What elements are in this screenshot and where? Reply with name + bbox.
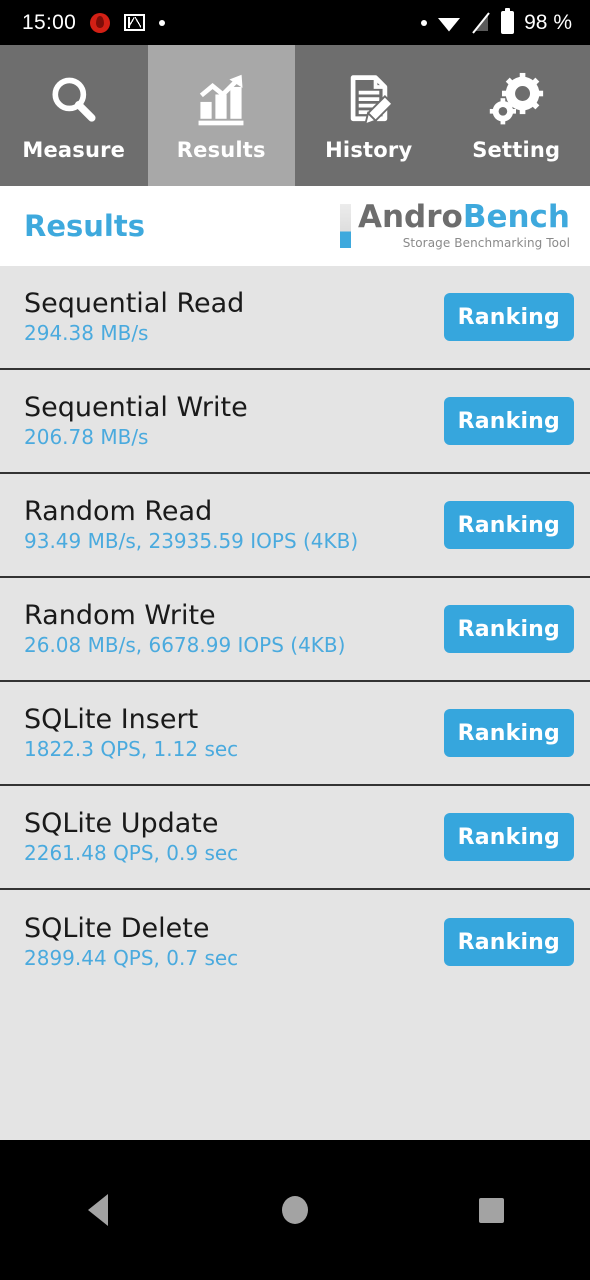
wifi-icon	[437, 14, 461, 32]
result-title: SQLite Insert	[24, 706, 238, 734]
result-value: 1822.3 QPS, 1.12 sec	[24, 739, 238, 760]
result-texts: SQLite Delete 2899.44 QPS, 0.7 sec	[24, 915, 238, 969]
table-row[interactable]: Sequential Write 206.78 MB/s Ranking	[0, 370, 590, 474]
result-texts: Sequential Read 294.38 MB/s	[24, 290, 244, 344]
result-texts: Random Write 26.08 MB/s, 6678.99 IOPS (4…	[24, 602, 345, 656]
results-list: Sequential Read 294.38 MB/s Ranking Sequ…	[0, 266, 590, 1140]
androbench-logo: AndroBench Storage Benchmarking Tool	[340, 202, 590, 250]
result-texts: Sequential Write 206.78 MB/s	[24, 394, 248, 448]
logo-wordmark: AndroBench	[358, 202, 570, 233]
recents-button[interactable]	[452, 1180, 532, 1240]
tab-setting[interactable]: Setting	[443, 45, 590, 186]
no-sim-icon	[471, 12, 491, 34]
tab-measure[interactable]: Measure	[0, 45, 148, 186]
tab-setting-label: Setting	[472, 138, 560, 162]
flame-app-icon	[90, 13, 110, 33]
logo-andro: Andro	[358, 199, 463, 235]
result-value: 2261.48 QPS, 0.9 sec	[24, 843, 238, 864]
home-button[interactable]	[255, 1180, 335, 1240]
notification-dot-icon	[159, 20, 165, 26]
result-value: 93.49 MB/s, 23935.59 IOPS (4KB)	[24, 531, 358, 552]
table-row[interactable]: SQLite Insert 1822.3 QPS, 1.12 sec Ranki…	[0, 682, 590, 786]
ranking-button[interactable]: Ranking	[444, 293, 574, 341]
logo-text: AndroBench Storage Benchmarking Tool	[358, 202, 570, 250]
phone-screen: 15:00 98 %	[0, 0, 590, 1280]
result-title: Random Read	[24, 498, 358, 526]
result-title: Sequential Read	[24, 290, 244, 318]
logo-bar-icon	[340, 204, 351, 248]
tab-results[interactable]: Results	[148, 45, 296, 186]
magnifier-icon	[43, 70, 105, 132]
tab-results-label: Results	[177, 138, 266, 162]
status-bar-left: 15:00	[0, 11, 165, 35]
table-row[interactable]: Random Read 93.49 MB/s, 23935.59 IOPS (4…	[0, 474, 590, 578]
battery-percent-label: 98 %	[524, 11, 572, 35]
ranking-button[interactable]: Ranking	[444, 709, 574, 757]
status-bar: 15:00 98 %	[0, 0, 590, 45]
result-title: Random Write	[24, 602, 345, 630]
status-dot-icon	[421, 20, 427, 26]
result-value: 206.78 MB/s	[24, 427, 248, 448]
ranking-button[interactable]: Ranking	[444, 813, 574, 861]
ranking-button[interactable]: Ranking	[444, 605, 574, 653]
table-row[interactable]: Random Write 26.08 MB/s, 6678.99 IOPS (4…	[0, 578, 590, 682]
result-texts: Random Read 93.49 MB/s, 23935.59 IOPS (4…	[24, 498, 358, 552]
table-row[interactable]: Sequential Read 294.38 MB/s Ranking	[0, 266, 590, 370]
ranking-button[interactable]: Ranking	[444, 918, 574, 966]
result-title: SQLite Delete	[24, 915, 238, 943]
tab-history-label: History	[325, 138, 412, 162]
list-empty-space	[0, 994, 590, 1140]
result-value: 294.38 MB/s	[24, 323, 244, 344]
page-header: Results AndroBench Storage Benchmarking …	[0, 186, 590, 266]
tab-measure-label: Measure	[22, 138, 125, 162]
result-value: 2899.44 QPS, 0.7 sec	[24, 948, 238, 969]
ranking-button[interactable]: Ranking	[444, 397, 574, 445]
status-bar-clock: 15:00	[22, 11, 76, 35]
battery-icon	[501, 11, 514, 34]
page-title: Results	[0, 209, 145, 243]
tab-history[interactable]: History	[295, 45, 443, 186]
back-button[interactable]	[58, 1180, 138, 1240]
ranking-button[interactable]: Ranking	[444, 501, 574, 549]
home-circle-icon	[282, 1196, 308, 1224]
bar-chart-trend-icon	[190, 70, 252, 132]
table-row[interactable]: SQLite Delete 2899.44 QPS, 0.7 sec Ranki…	[0, 890, 590, 994]
mail-icon	[124, 14, 145, 31]
system-navigation-bar	[0, 1140, 590, 1280]
logo-tagline: Storage Benchmarking Tool	[403, 236, 570, 250]
result-value: 26.08 MB/s, 6678.99 IOPS (4KB)	[24, 635, 345, 656]
result-texts: SQLite Insert 1822.3 QPS, 1.12 sec	[24, 706, 238, 760]
main-tab-bar: Measure Results	[0, 45, 590, 186]
logo-bench: Bench	[463, 199, 570, 235]
result-title: Sequential Write	[24, 394, 248, 422]
document-pencil-icon	[338, 70, 400, 132]
table-row[interactable]: SQLite Update 2261.48 QPS, 0.9 sec Ranki…	[0, 786, 590, 890]
recents-square-icon	[479, 1198, 504, 1223]
result-texts: SQLite Update 2261.48 QPS, 0.9 sec	[24, 810, 238, 864]
gears-icon	[485, 70, 547, 132]
status-bar-right: 98 %	[421, 11, 590, 35]
back-triangle-icon	[88, 1194, 108, 1226]
result-title: SQLite Update	[24, 810, 238, 838]
